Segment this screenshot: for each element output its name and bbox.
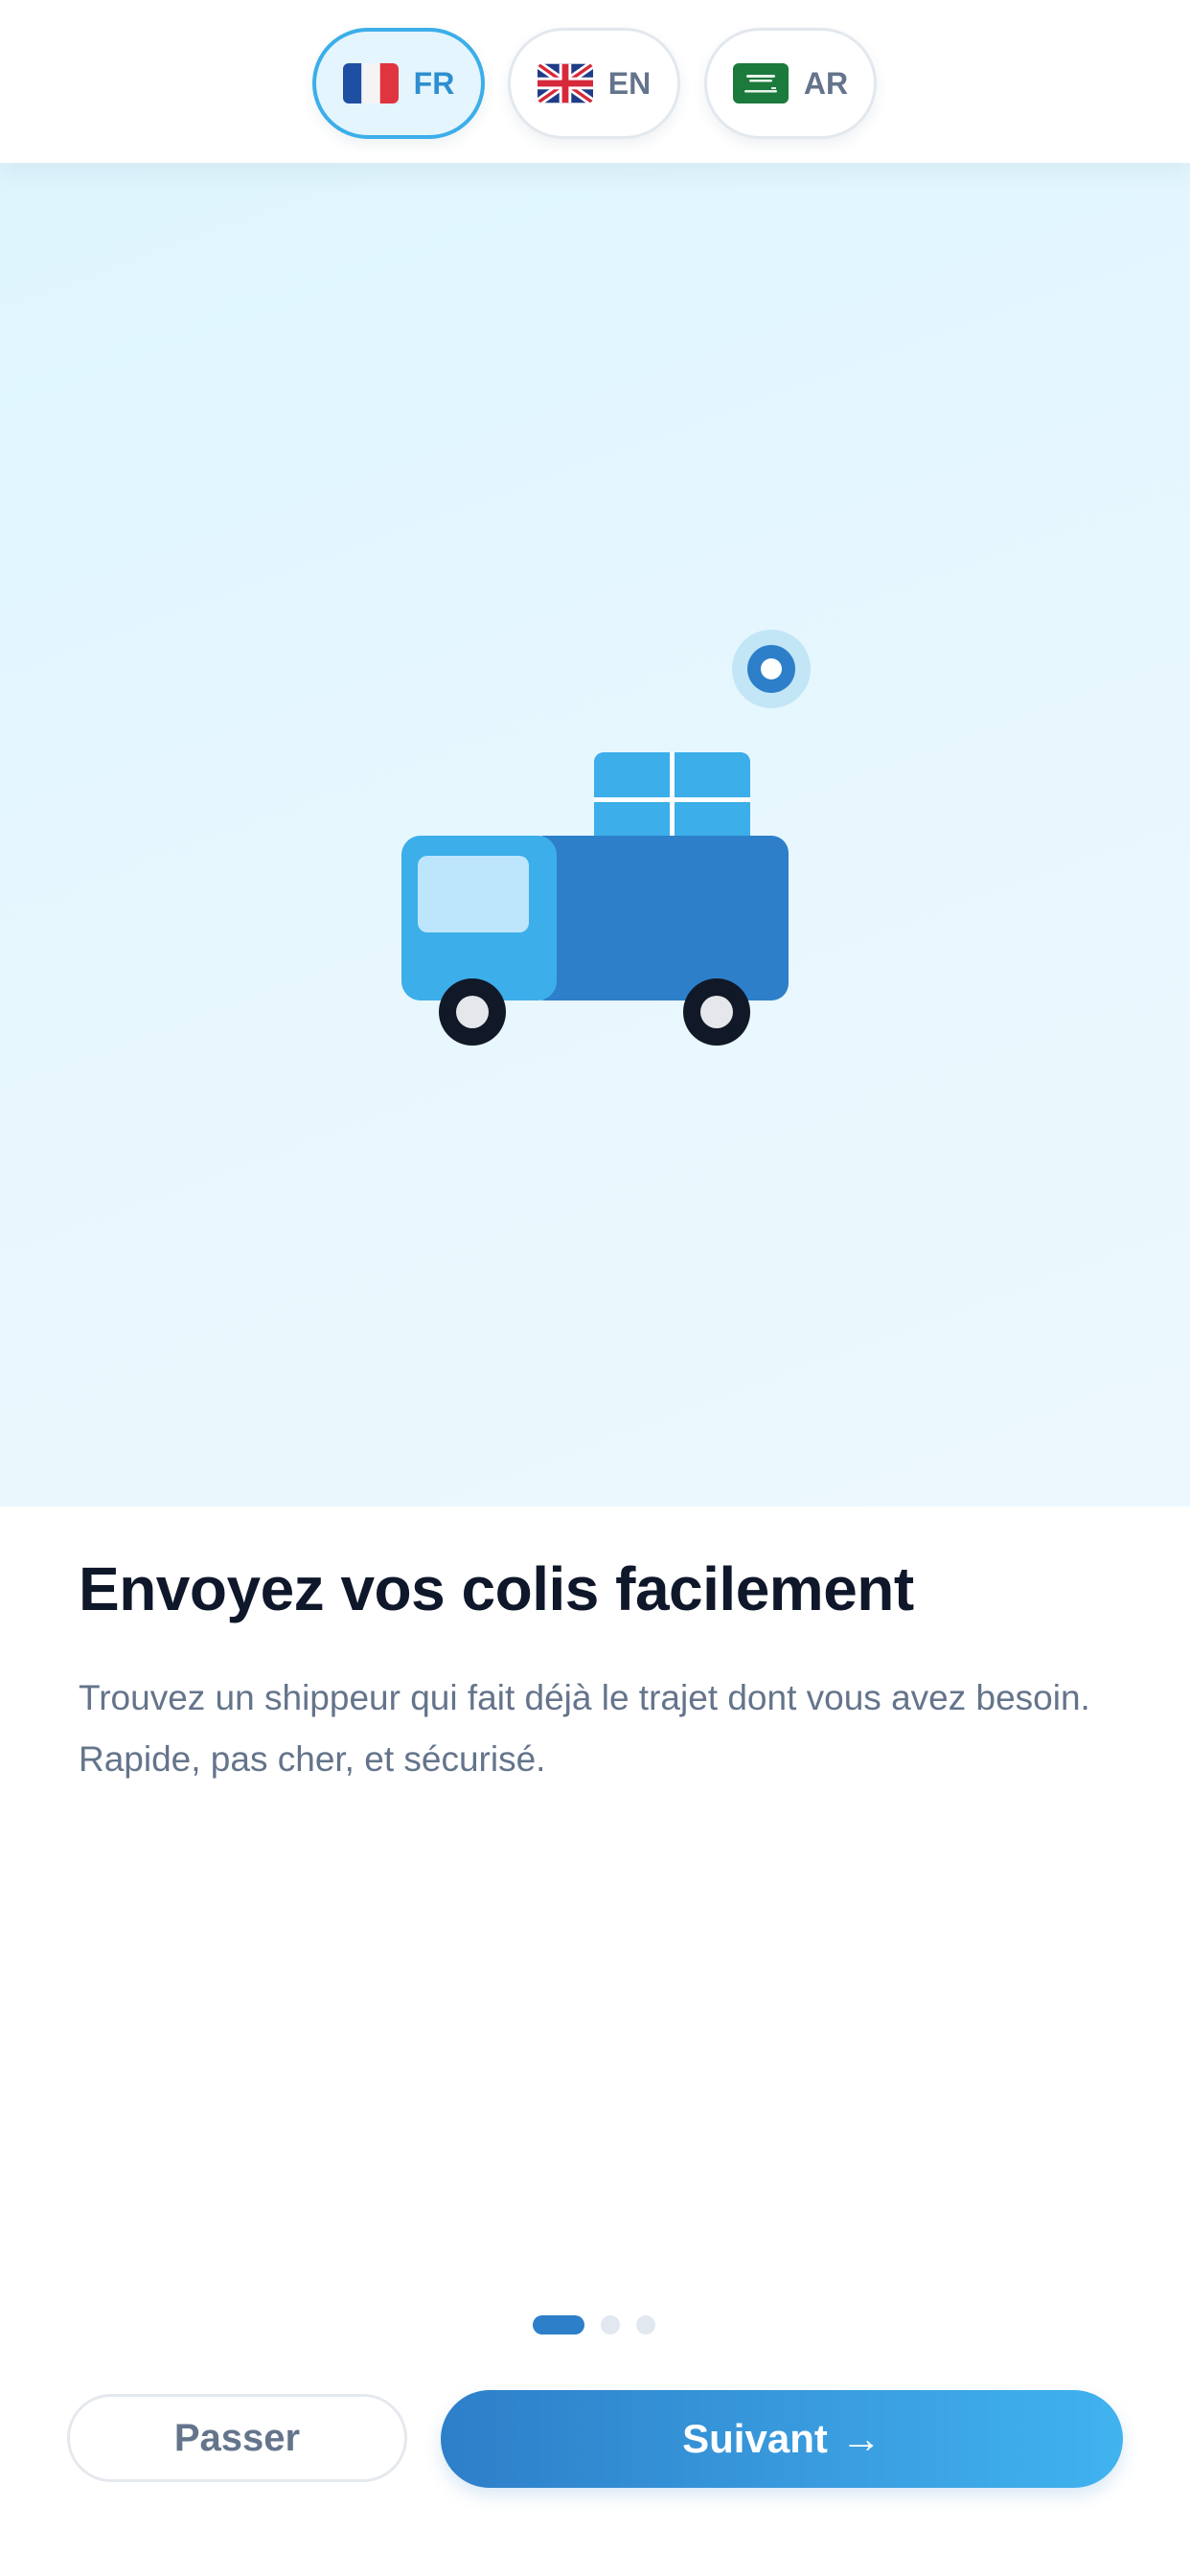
delivery-truck-icon — [401, 630, 811, 1046]
wheel-icon — [439, 978, 506, 1046]
onboarding-screen: FR EN AR Envoyez vos colis facilement Tr… — [0, 0, 1190, 2576]
skip-button[interactable]: Passer — [67, 2394, 407, 2482]
next-button[interactable]: Suivant → — [441, 2390, 1123, 2488]
next-button-label: Suivant — [682, 2416, 828, 2461]
language-option-en[interactable]: EN — [508, 28, 680, 139]
package-icon — [594, 752, 750, 848]
uk-flag-icon — [537, 63, 593, 104]
location-pin-icon — [732, 630, 811, 708]
language-option-ar[interactable]: AR — [704, 28, 877, 139]
language-code-label: AR — [803, 65, 849, 101]
language-code-label: EN — [607, 65, 652, 101]
language-switcher: FR EN AR — [0, 0, 1190, 163]
language-option-fr[interactable]: FR — [312, 28, 485, 139]
page-indicator-dot-active — [533, 2315, 584, 2334]
france-flag-icon — [342, 63, 399, 104]
onboarding-title: Envoyez vos colis facilement — [79, 1554, 914, 1623]
page-indicator-dot — [601, 2315, 620, 2334]
onboarding-description: Trouvez un shippeur qui fait déjà le tra… — [79, 1678, 1090, 1779]
saudi-arabia-flag-icon — [732, 63, 789, 104]
arrow-right-icon: → — [840, 2416, 881, 2461]
skip-button-label: Passer — [173, 2416, 301, 2459]
page-indicator — [0, 2313, 1190, 2336]
page-indicator-dot — [636, 2315, 655, 2334]
wheel-icon — [683, 978, 750, 1046]
language-code-label: FR — [413, 65, 455, 101]
hero-illustration-area — [0, 163, 1190, 1506]
